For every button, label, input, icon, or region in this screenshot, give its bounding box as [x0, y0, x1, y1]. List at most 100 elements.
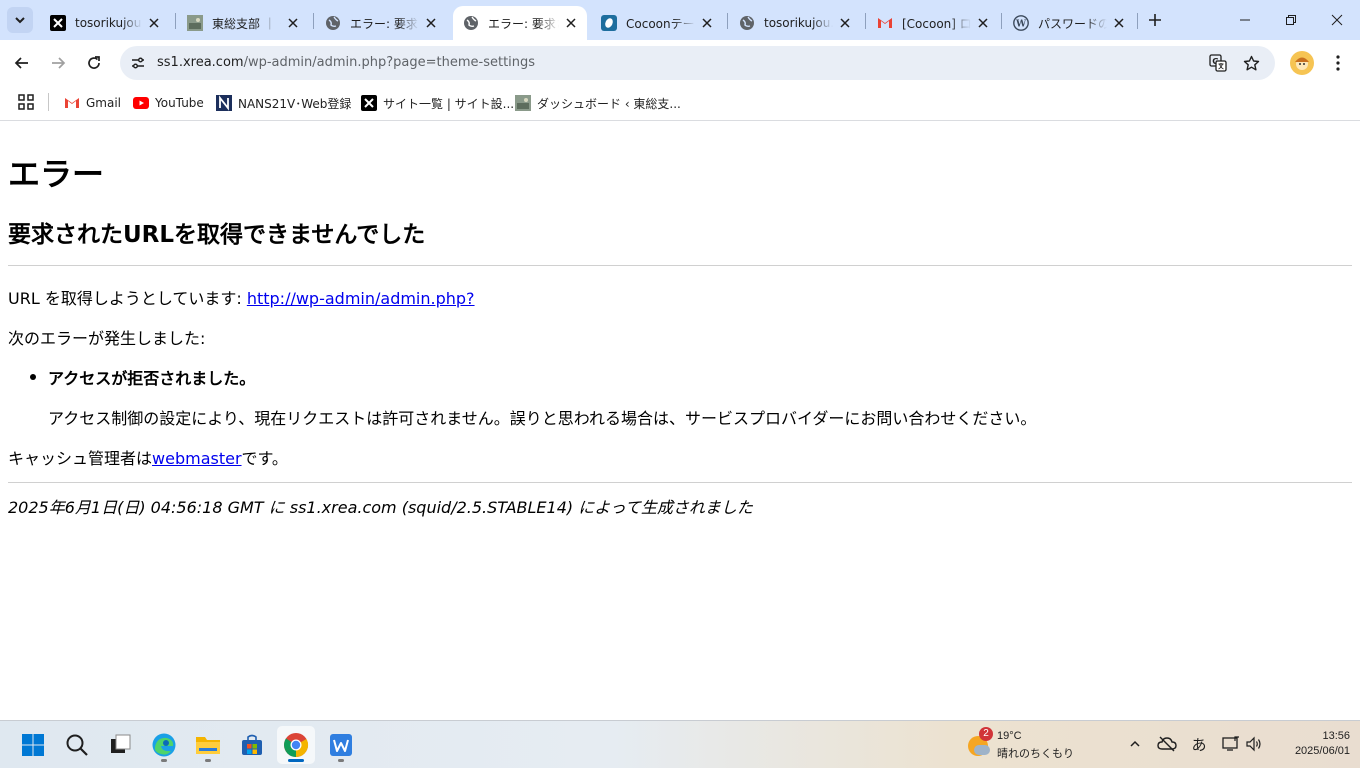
close-icon[interactable] [699, 15, 715, 31]
forward-button[interactable] [43, 48, 73, 78]
bookmark-label: NANS21V･Web登録 [238, 96, 352, 111]
tab-title: tosorikujou.s [764, 16, 833, 30]
bookmark-site-list[interactable]: サイト一覧 | サイト設... [361, 92, 514, 114]
volume-button[interactable] [1243, 733, 1265, 755]
url-line-label: URL を取得しようとしています: [8, 289, 247, 308]
tab-5[interactable]: Cocoonテーマ [591, 6, 723, 40]
translate-button[interactable]: G [1208, 53, 1228, 73]
webmaster-link[interactable]: webmaster [152, 449, 242, 468]
taskbar-edge[interactable] [145, 726, 183, 764]
tab-7[interactable]: [Cocoon] ログ [867, 6, 999, 40]
windows-logo-icon [22, 734, 44, 756]
back-button[interactable] [7, 48, 37, 78]
tab-2[interactable]: 東総支部 ｜ 千 [177, 6, 309, 40]
youtube-icon [133, 95, 149, 111]
close-icon[interactable] [146, 15, 162, 31]
generated-footer: 2025年6月1日(日) 04:56:18 GMT に ss1.xrea.com… [8, 498, 753, 517]
store-icon [242, 734, 262, 755]
restore-button[interactable] [1268, 0, 1314, 40]
tab-title: [Cocoon] ログ [902, 16, 971, 31]
site-thumbnail-icon [187, 15, 203, 31]
reload-button[interactable] [79, 48, 109, 78]
minimize-button[interactable] [1222, 0, 1268, 40]
bookmarks-separator [48, 93, 49, 111]
onedrive-button[interactable] [1156, 733, 1178, 755]
url-line: URL を取得しようとしています: http://wp-admin/admin.… [8, 285, 475, 309]
globe-icon [325, 15, 341, 31]
bookmark-label: YouTube [155, 96, 204, 110]
search-button[interactable] [58, 726, 96, 764]
tab-title: エラー: 要求さ [488, 16, 559, 31]
close-icon[interactable] [837, 15, 853, 31]
chrome-icon [284, 733, 309, 757]
cocoon-icon [601, 15, 617, 31]
bookmark-nans21v[interactable]: NANS21V･Web登録 [216, 92, 351, 114]
plus-icon [1149, 14, 1161, 26]
taskbar-file-explorer[interactable] [189, 726, 227, 764]
arrow-left-icon [14, 57, 28, 69]
url-path: /wp-admin/admin.php?page=theme-settings [243, 55, 536, 70]
tab-separator [727, 13, 728, 29]
close-icon [1331, 14, 1343, 26]
network-button[interactable] [1220, 733, 1242, 755]
tab-search-button[interactable] [7, 7, 33, 33]
taskbar-word-app[interactable] [322, 726, 360, 764]
clock-time: 13:56 [1322, 730, 1350, 742]
close-icon[interactable] [1111, 15, 1127, 31]
bookmark-star-button[interactable] [1241, 53, 1261, 73]
more-vertical-icon [1336, 55, 1340, 71]
close-icon[interactable] [285, 15, 301, 31]
bullet-icon [30, 374, 36, 380]
taskbar-chrome[interactable] [277, 726, 315, 764]
profile-avatar[interactable] [1290, 51, 1314, 75]
cloud-icon [974, 745, 990, 755]
browser-menu-button[interactable] [1326, 51, 1350, 75]
clock-date: 2025/06/01 [1294, 745, 1350, 757]
divider [8, 482, 1352, 483]
tab-title: tosorikujou.s [75, 16, 142, 30]
requested-url-link[interactable]: http://wp-admin/admin.php? [247, 289, 475, 308]
close-icon[interactable] [975, 15, 991, 31]
show-hidden-icons-button[interactable] [1124, 733, 1146, 755]
start-button[interactable] [14, 726, 52, 764]
site-thumbnail-icon [515, 95, 531, 111]
tab-3[interactable]: エラー: 要求さ [315, 6, 447, 40]
bookmark-youtube[interactable]: YouTube [133, 92, 204, 114]
search-icon [66, 734, 88, 756]
close-window-button[interactable] [1314, 0, 1360, 40]
w-app-icon [330, 734, 352, 756]
new-tab-button[interactable] [1143, 8, 1167, 32]
address-bar[interactable]: ss1.xrea.com/wp-admin/admin.php?page=the… [120, 46, 1275, 80]
weather-temperature: 19°C [997, 730, 1022, 742]
running-indicator [161, 759, 167, 762]
gmail-icon [64, 95, 80, 111]
close-icon[interactable] [423, 15, 439, 31]
ime-mode-indicator[interactable]: あ [1188, 733, 1210, 755]
active-indicator [288, 759, 304, 762]
tab-1[interactable]: tosorikujou.s [40, 6, 170, 40]
minimize-icon [1240, 19, 1250, 21]
close-icon[interactable] [563, 15, 579, 31]
folder-icon [196, 737, 220, 754]
bookmark-gmail[interactable]: Gmail [64, 92, 121, 114]
windows-taskbar: 2 19°C 晴れのちくもり あ 13:56 2025/06/01 [0, 720, 1360, 768]
task-view-button[interactable] [101, 726, 139, 764]
translate-icon: G [1209, 54, 1227, 72]
weather-widget[interactable]: 2 19°C 晴れのちくもり [964, 727, 1074, 763]
system-clock[interactable]: 13:56 2025/06/01 [1270, 729, 1350, 759]
tab-6[interactable]: tosorikujou.s [729, 6, 861, 40]
tab-8[interactable]: W パスワードのリセ [1003, 6, 1135, 40]
apps-grid-icon[interactable] [17, 93, 35, 111]
taskbar-store[interactable] [233, 726, 271, 764]
bookmark-dashboard[interactable]: ダッシュボード ‹ 東総支... [515, 92, 681, 114]
weather-condition: 晴れのちくもり [997, 748, 1074, 760]
site-info-button[interactable] [128, 53, 148, 73]
reload-icon [88, 56, 100, 69]
browser-toolbar: ss1.xrea.com/wp-admin/admin.php?page=the… [0, 40, 1360, 86]
wordpress-icon: W [1013, 15, 1029, 31]
page-subtitle: 要求されたURLを取得できませんでした [8, 222, 426, 248]
bookmark-label: ダッシュボード ‹ 東総支... [537, 96, 681, 111]
tab-4-active[interactable]: エラー: 要求さ [453, 6, 587, 40]
gmail-icon [877, 15, 893, 31]
tab-strip: tosorikujou.s 東総支部 ｜ 千 エラー: 要求さ エラー: 要求さ… [0, 0, 1360, 40]
